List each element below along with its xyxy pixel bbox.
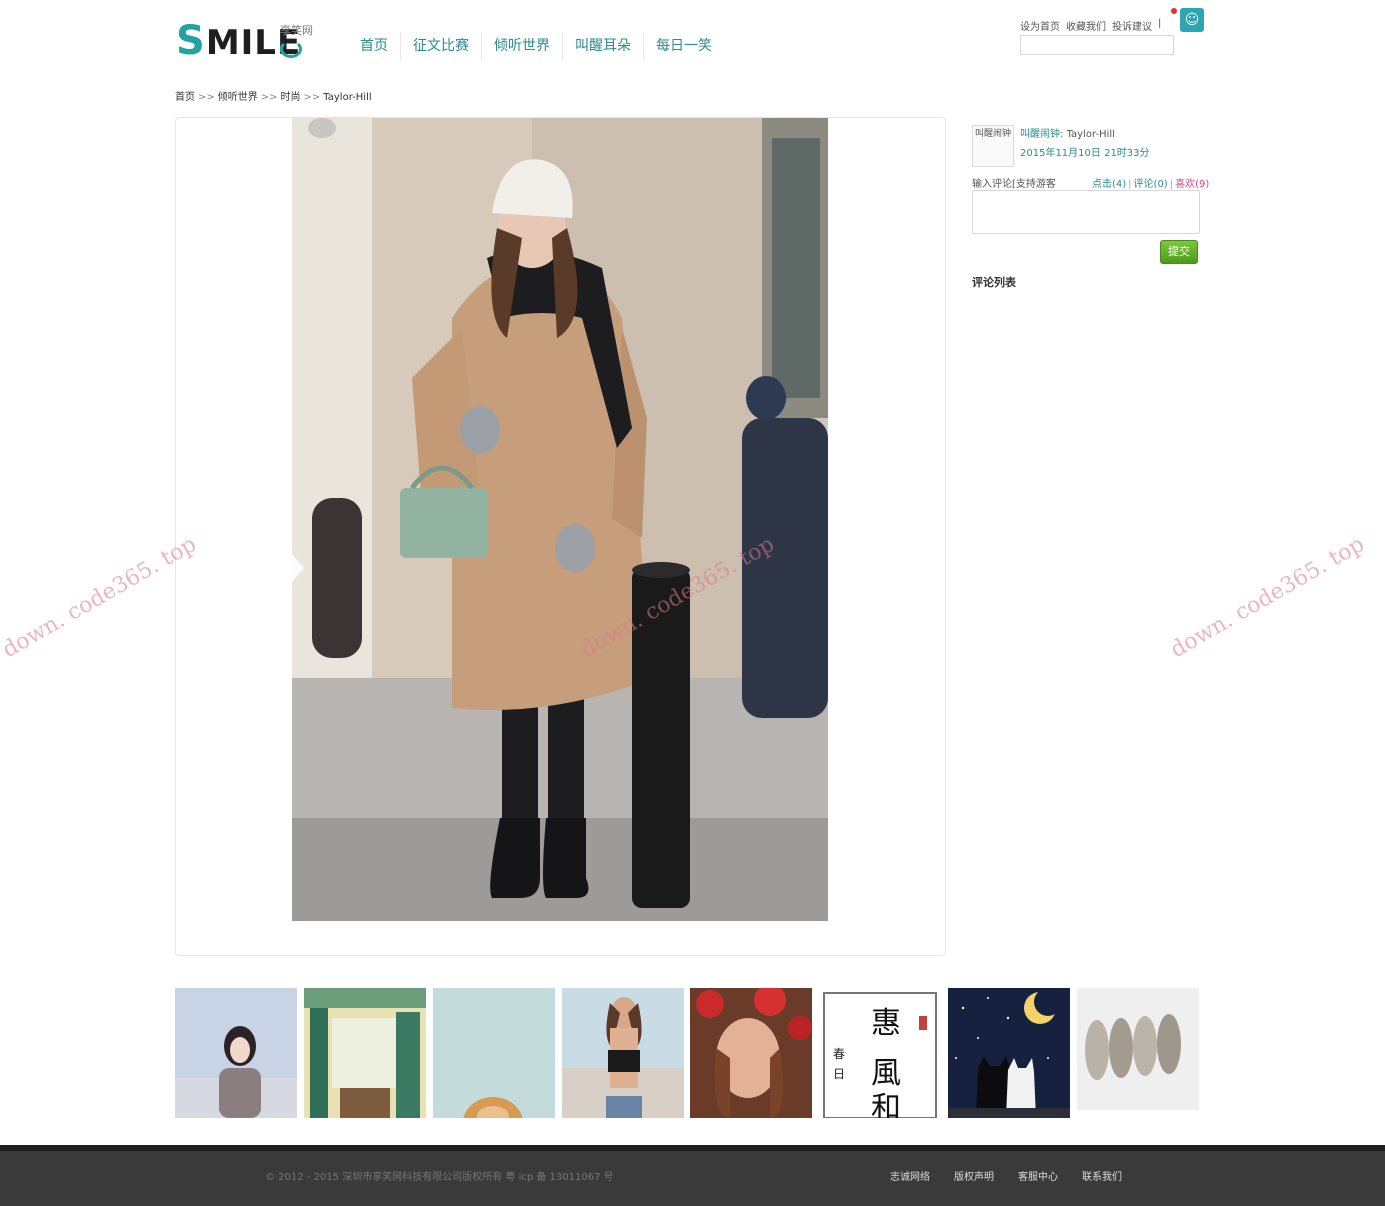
breadcrumb: 首页 >> 倾听世界 >> 时尚 >> Taylor-Hill [175, 88, 372, 103]
complaint-link[interactable]: 投诉建议 [1112, 18, 1152, 33]
footer-link-copyright[interactable]: 版权声明 [954, 1168, 994, 1183]
notification-dot [1171, 8, 1177, 14]
comment-textarea[interactable] [972, 190, 1200, 234]
svg-text:風: 風 [871, 1056, 901, 1091]
post-date: 2015年11月10日 21时33分 [1020, 148, 1150, 159]
prev-photo-arrow-icon[interactable] [292, 554, 304, 582]
breadcrumb-home[interactable]: 首页 [175, 92, 195, 103]
footer-links: 志诚网络 版权声明 客服中心 联系我们 [890, 1168, 1122, 1183]
avatar-alt-text: 叫醒闹钟 [975, 129, 1012, 139]
footer-link-service[interactable]: 客服中心 [1018, 1168, 1058, 1183]
logo-subtitle: 享笑网 [280, 24, 313, 37]
like-button[interactable]: 喜欢(9) [1175, 179, 1209, 190]
stats-divider: | [1128, 179, 1132, 190]
author-line: 叫醒闹钟: Taylor-Hill [1020, 125, 1115, 140]
breadcrumb-separator: >> [303, 92, 321, 103]
watermark: down. code365. top [1166, 531, 1369, 664]
thumbnail[interactable]: 惠 風 和 春 日 [819, 988, 941, 1118]
social-share-icon[interactable]: ☺ [1180, 8, 1204, 32]
thumbnail[interactable] [562, 988, 684, 1118]
breadcrumb-separator: >> [198, 92, 215, 103]
copyright-text: © 2012 - 2015 深圳市享笑网科技有限公司版权所有 粤 icp 备 1… [265, 1172, 614, 1183]
nav-item-daily-laugh[interactable]: 每日一笑 [644, 32, 724, 60]
thumbnail[interactable] [433, 988, 555, 1118]
post-title: Taylor-Hill [1066, 129, 1115, 140]
author-avatar[interactable]: 叫醒闹钟 [972, 125, 1014, 167]
breadcrumb-current: Taylor-Hill [323, 92, 372, 103]
svg-text:和: 和 [871, 1091, 901, 1118]
thumbnail[interactable] [1077, 988, 1199, 1118]
thumbnail[interactable] [175, 988, 297, 1118]
stats-divider: | [1169, 179, 1174, 190]
comment-label: 输入评论[支持游客 [972, 179, 1056, 190]
breadcrumb-fashion[interactable]: 时尚 [281, 92, 301, 103]
logo-mark-icon [280, 40, 302, 58]
set-homepage-link[interactable]: 设为首页 [1020, 18, 1060, 33]
nav-item-listen-world[interactable]: 倾听世界 [482, 32, 563, 60]
nav-item-wake-ears[interactable]: 叫醒耳朵 [563, 32, 644, 60]
top-links-divider: | [1158, 18, 1162, 29]
breadcrumb-listen-world[interactable]: 倾听世界 [218, 92, 258, 103]
footer-link-zhicheng[interactable]: 志诚网络 [890, 1168, 930, 1183]
nav-item-essay-contest[interactable]: 征文比赛 [401, 32, 482, 60]
top-links: 设为首页 收藏我们 投诉建议 | [1020, 18, 1161, 33]
footer [0, 1145, 1385, 1206]
breadcrumb-separator: >> [260, 92, 278, 103]
thumbnail[interactable] [948, 988, 1070, 1118]
svg-text:春: 春 [833, 1047, 845, 1061]
footer-link-contact[interactable]: 联系我们 [1082, 1168, 1122, 1183]
search-input[interactable] [1020, 35, 1174, 55]
main-nav: 首页 征文比赛 倾听世界 叫醒耳朵 每日一笑 [348, 32, 724, 62]
submit-button[interactable]: 提交 [1160, 240, 1198, 264]
author-label[interactable]: 叫醒闹钟: [1020, 129, 1063, 140]
svg-text:惠: 惠 [871, 1006, 901, 1041]
comment-list-title: 评论列表 [972, 276, 1016, 289]
nav-item-home[interactable]: 首页 [348, 32, 401, 60]
bookmark-link[interactable]: 收藏我们 [1066, 18, 1106, 33]
thumbnail[interactable] [304, 988, 426, 1118]
click-count: 点击(4) [1092, 179, 1127, 190]
post-stats: 点击(4) | 评论(0) | 喜欢(9) [1092, 175, 1209, 190]
thumbnail[interactable] [690, 988, 812, 1118]
site-logo[interactable]: SMILE 享笑网 [176, 14, 326, 64]
main-photo[interactable] [292, 118, 828, 921]
comment-count[interactable]: 评论(0) [1134, 179, 1168, 190]
svg-text:日: 日 [833, 1067, 845, 1081]
watermark: down. code365. top [0, 531, 201, 664]
